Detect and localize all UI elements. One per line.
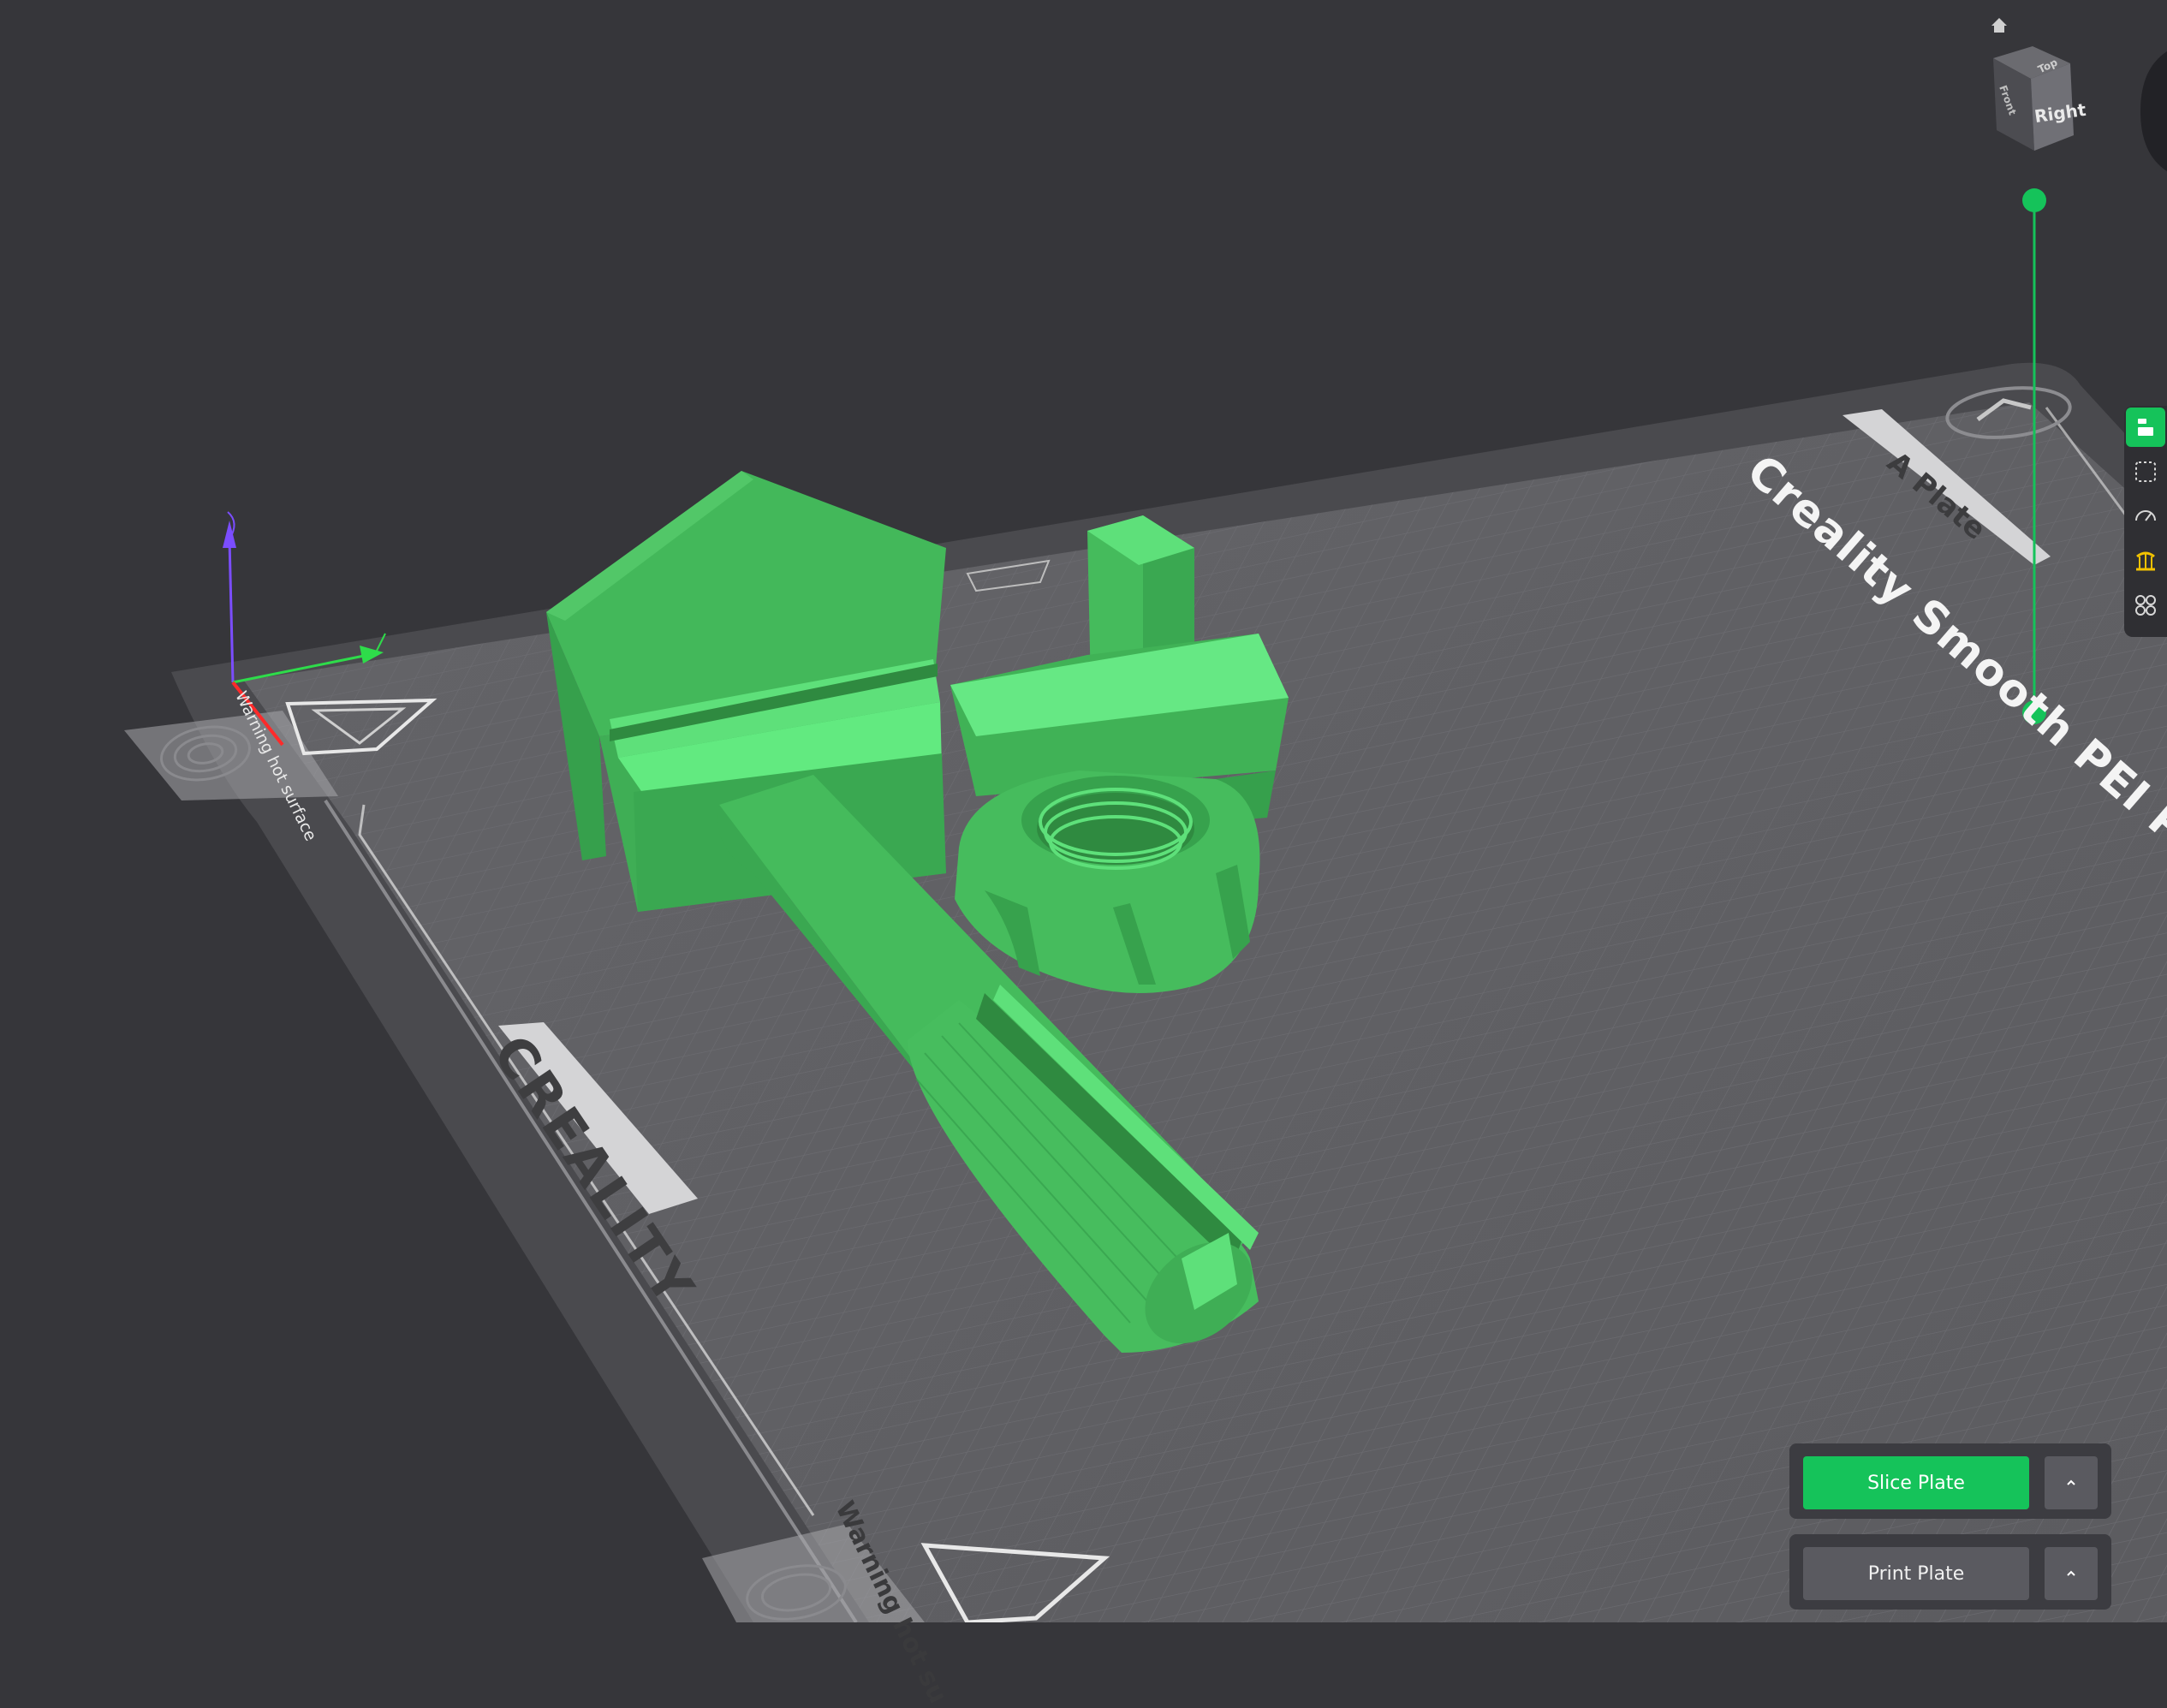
slice-options-button[interactable] xyxy=(2045,1456,2098,1509)
print-panel: Print Plate xyxy=(1789,1534,2111,1610)
side-panel-toggle[interactable] xyxy=(2140,51,2167,171)
slice-panel: Slice Plate xyxy=(1789,1443,2111,1519)
speed-gauge-icon xyxy=(2135,510,2156,521)
right-toolbar xyxy=(2124,406,2167,637)
arrange-button[interactable] xyxy=(2126,586,2165,625)
chevron-up-icon xyxy=(2067,1479,2075,1485)
speed-gauge-button[interactable] xyxy=(2126,497,2165,536)
plate-list-button[interactable] xyxy=(2126,408,2165,447)
support-icon xyxy=(2136,551,2155,571)
arrange-icon xyxy=(2135,595,2156,616)
view-cube[interactable]: Right Top Front xyxy=(1985,41,2106,166)
slice-plate-button[interactable]: Slice Plate xyxy=(1803,1456,2029,1509)
plate-list-icon xyxy=(2138,419,2153,436)
print-plate-button[interactable]: Print Plate xyxy=(1803,1547,2029,1600)
chevron-up-icon xyxy=(2067,1570,2075,1576)
3d-viewport[interactable]: Creality Smooth PEI Plate A Plate CREALI… xyxy=(0,0,2167,1708)
home-icon[interactable] xyxy=(1985,10,2014,39)
select-area-button[interactable] xyxy=(2126,452,2165,491)
layer-slider-top-handle[interactable] xyxy=(2022,188,2046,212)
scene-canvas[interactable] xyxy=(0,0,2167,1625)
print-options-button[interactable] xyxy=(2045,1547,2098,1600)
support-button[interactable] xyxy=(2126,541,2165,580)
select-area-icon xyxy=(2135,461,2156,482)
